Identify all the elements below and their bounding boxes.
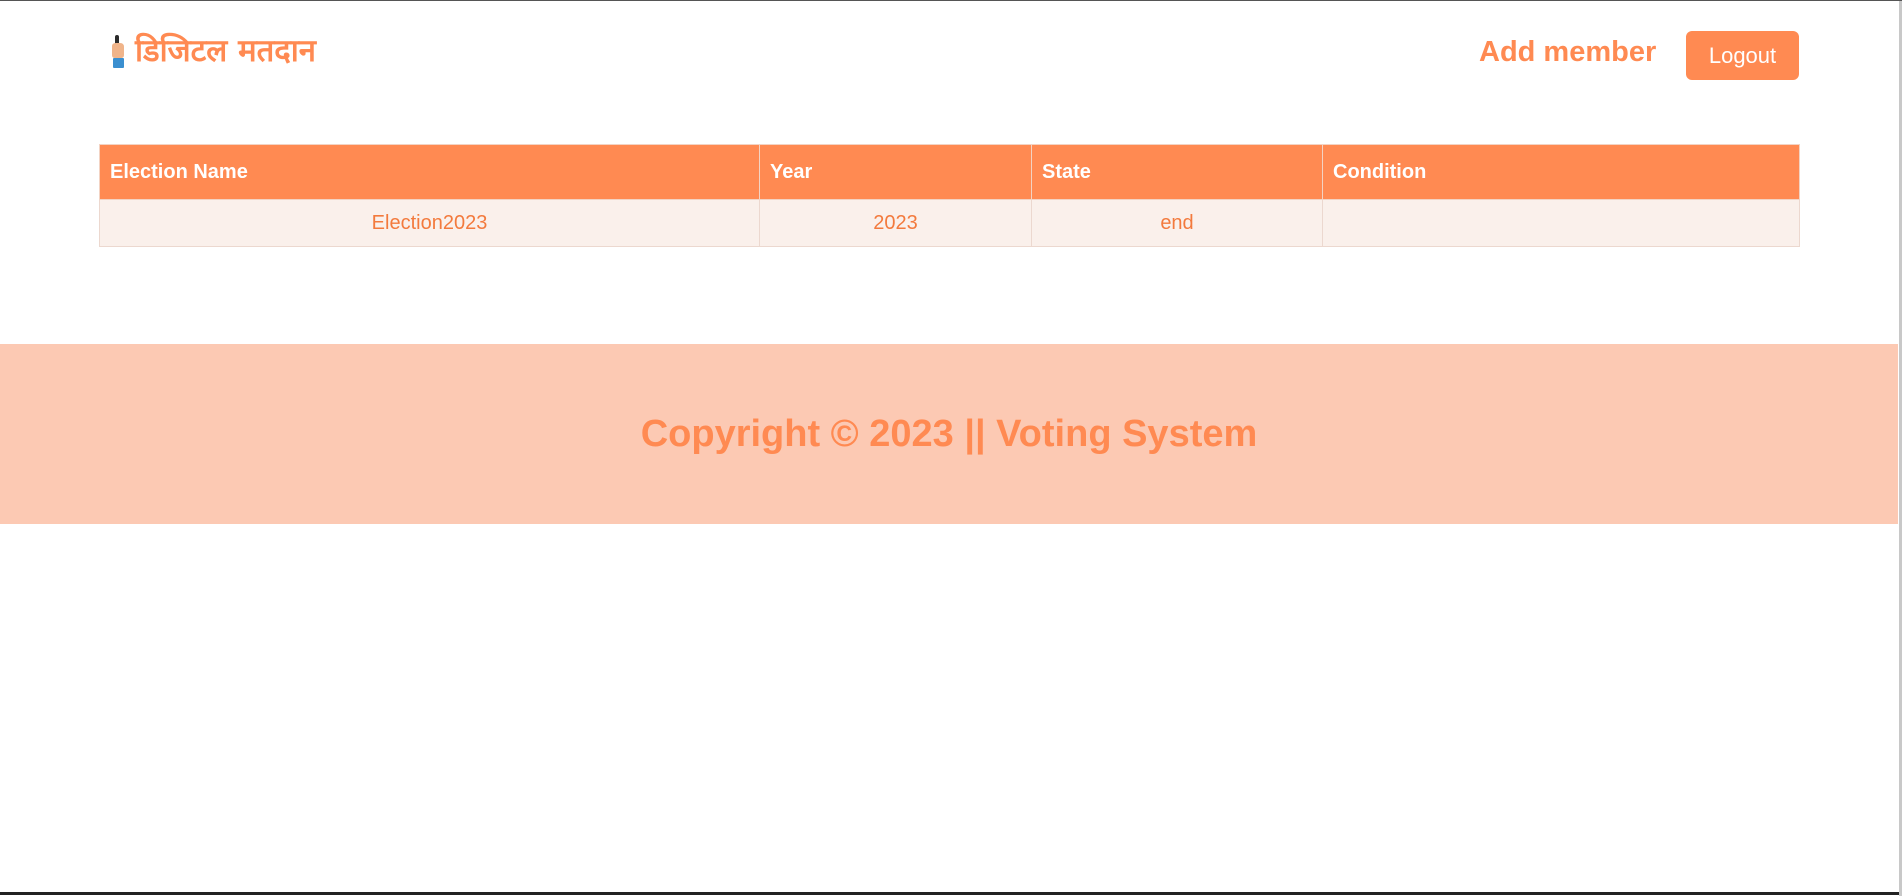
cell-condition [1322,199,1800,247]
voting-finger-icon [109,33,127,69]
cell-election-name: Election2023 [99,199,760,247]
elections-table: Election Name Year State Condition Elect… [99,144,1800,247]
table-row: Election2023 2023 end [99,199,1800,247]
elections-table-container: Election Name Year State Condition Elect… [99,144,1800,247]
top-header: डिजिटल मतदान Add member Logout [0,1,1898,111]
cell-state: end [1031,199,1323,247]
column-header-state: State [1031,144,1323,200]
page-footer: Copyright © 2023 || Voting System [0,344,1898,524]
brand-logo[interactable]: डिजिटल मतदान [109,31,316,71]
brand-title: डिजिटल मतदान [135,33,316,69]
logout-button[interactable]: Logout [1686,31,1799,80]
column-header-condition: Condition [1322,144,1800,200]
copyright-text: Copyright © 2023 || Voting System [640,412,1258,455]
cell-year: 2023 [759,199,1032,247]
column-header-year: Year [759,144,1032,200]
add-member-link[interactable]: Add member [1479,35,1656,69]
table-header-row: Election Name Year State Condition [99,144,1800,200]
column-header-election-name: Election Name [99,144,760,200]
